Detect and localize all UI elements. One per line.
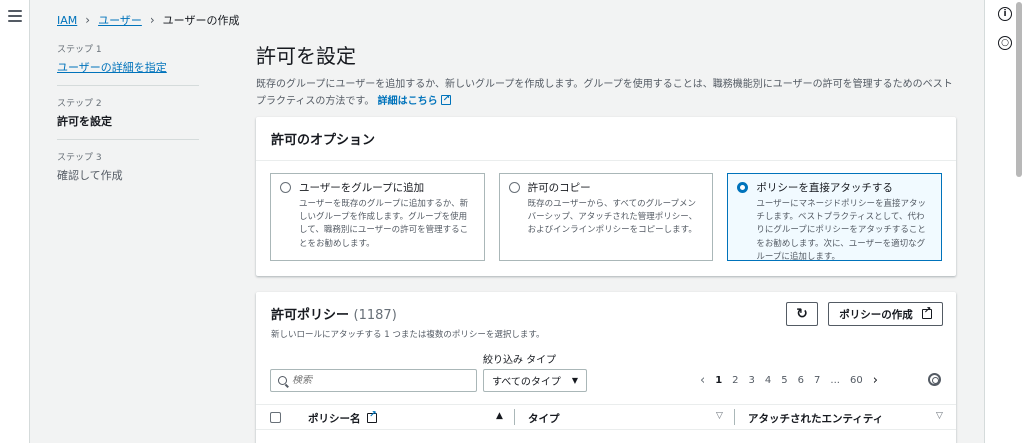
breadcrumb-iam[interactable]: IAM [57, 14, 77, 27]
menu-icon[interactable] [8, 10, 22, 22]
description-text: 既存のグループにユーザーを追加するか、新しいグループを作成します。グループを使用… [256, 79, 953, 107]
breadcrumb-current: ユーザーの作成 [162, 14, 240, 27]
chevron-right-icon: › [85, 13, 91, 27]
right-rail: i ○ [984, 0, 1024, 443]
search-field[interactable] [270, 369, 477, 392]
option-add-to-group[interactable]: ユーザーをグループに追加 ユーザーを既存のグループに追加するか、新しいグループを… [270, 173, 485, 261]
chevron-right-icon[interactable]: › [873, 373, 878, 388]
step-1: ステップ 1 ユーザーの詳細を指定 [57, 42, 199, 86]
column-divider [514, 409, 515, 425]
page-6[interactable]: 6 [798, 375, 804, 386]
external-link-icon [367, 410, 378, 423]
step-number: ステップ 3 [57, 153, 102, 163]
permission-options-card: 許可のオプション ユーザーをグループに追加 ユーザーを既存のグループに追加するか… [256, 117, 956, 276]
radio-button[interactable] [508, 182, 520, 193]
policies-title-text: 許可ポリシー [271, 308, 350, 323]
radio-button-selected[interactable] [737, 182, 749, 193]
option-title: ユーザーをグループに追加 [299, 182, 425, 194]
refresh-button[interactable]: ↻ [786, 302, 818, 326]
column-label: ポリシー名 [308, 413, 361, 425]
step-label-review: 確認して作成 [57, 169, 123, 182]
caret-down-icon: ▼ [571, 376, 578, 385]
external-link-icon [921, 306, 932, 319]
column-attached-entities[interactable]: アタッチされたエンティティ [748, 411, 883, 426]
wizard-steps: ステップ 1 ユーザーの詳細を指定 ステップ 2 許可を設定 ステップ 3 確認… [57, 42, 199, 203]
type-filter-value: すべてのタイプ [492, 377, 561, 388]
pagination: ‹ 1 2 3 4 5 6 7 ... 60 › [700, 373, 878, 388]
breadcrumb-users[interactable]: ユーザー [98, 12, 142, 28]
page-ellipsis: ... [830, 375, 840, 386]
column-divider [734, 409, 735, 425]
create-policy-button[interactable]: ポリシーの作成 [828, 302, 943, 326]
page-3[interactable]: 3 [749, 375, 755, 386]
step-number: ステップ 2 [57, 99, 102, 109]
search-input[interactable] [292, 375, 462, 386]
refresh-icon: ↻ [796, 306, 808, 322]
page-7[interactable]: 7 [814, 375, 820, 386]
learn-more-label: 詳細はこちら [377, 95, 438, 107]
sort-ascending-icon[interactable]: ▲ [496, 411, 503, 421]
page-description: 既存のグループにユーザーを追加するか、新しいグループを作成します。グループを使用… [256, 77, 956, 110]
step-3: ステップ 3 確認して作成 [57, 150, 199, 193]
select-all-checkbox[interactable] [270, 412, 281, 423]
option-copy-permissions[interactable]: 許可のコピー 既存のユーザーから、すべてのグループメンバーシップ、アタッチされた… [498, 173, 714, 261]
chevron-right-icon: › [149, 13, 155, 27]
step-number: ステップ 1 [57, 45, 102, 55]
option-description: ユーザーを既存のグループに追加するか、新しいグループを作成します。グループを使用… [299, 199, 469, 249]
step-link-details[interactable]: ユーザーの詳細を指定 [57, 59, 199, 75]
left-rail [0, 0, 30, 443]
option-title: ポリシーを直接アタッチする [756, 182, 893, 194]
main-header: 許可を設定 既存のグループにユーザーを追加するか、新しいグループを作成します。グ… [256, 40, 956, 110]
card-title: 許可のオプション [256, 117, 956, 161]
chevron-left-icon[interactable]: ‹ [700, 373, 705, 388]
page-4[interactable]: 4 [765, 375, 771, 386]
filter-type-label: 絞り込み タイプ [483, 355, 557, 366]
type-filter-select[interactable]: すべてのタイプ ▼ [483, 369, 587, 392]
page-2[interactable]: 2 [732, 375, 738, 386]
page-title: 許可を設定 [256, 44, 356, 68]
policies-card: 許可ポリシー (1187) 新しいロールにアタッチする 1 つまたは複数のポリシ… [256, 292, 956, 443]
search-icon [278, 376, 287, 385]
option-description: 既存のユーザーから、すべてのグループメンバーシップ、アタッチされた管理ポリシー、… [527, 199, 698, 236]
column-policy-name[interactable]: ポリシー名 [308, 410, 378, 426]
policies-description: 新しいロールにアタッチする 1 つまたは複数のポリシーを選択します。 [271, 330, 545, 340]
column-type[interactable]: タイプ [528, 411, 560, 426]
step-label-permissions: 許可を設定 [57, 115, 112, 128]
table-header: ポリシー名 ▲ タイプ ▽ アタッチされたエンティティ ▽ [256, 404, 956, 430]
feedback-icon[interactable]: ○ [998, 36, 1012, 50]
policies-title: 許可ポリシー (1187) [271, 304, 397, 323]
gear-icon[interactable] [928, 373, 941, 386]
sort-icon[interactable]: ▽ [936, 411, 943, 421]
option-description: ユーザーにマネージドポリシーを直接アタッチします。ベストプラクティスとして、代わ… [756, 199, 927, 262]
option-attach-policies[interactable]: ポリシーを直接アタッチする ユーザーにマネージドポリシーを直接アタッチします。ベ… [727, 173, 943, 262]
external-link-icon [440, 92, 451, 106]
page-60[interactable]: 60 [850, 375, 863, 386]
scrollbar[interactable] [1016, 2, 1022, 177]
info-icon[interactable]: i [998, 7, 1012, 21]
step-2: ステップ 2 許可を設定 [57, 96, 199, 140]
radio-button[interactable] [280, 182, 291, 193]
create-policy-label: ポリシーの作成 [839, 308, 913, 321]
policies-count: (1187) [353, 308, 397, 323]
page-5[interactable]: 5 [781, 375, 787, 386]
learn-more-link[interactable]: 詳細はこちら [377, 92, 451, 107]
breadcrumb: IAM › ユーザー › ユーザーの作成 [57, 12, 239, 28]
sort-icon[interactable]: ▽ [716, 411, 723, 421]
option-title: 許可のコピー [527, 182, 591, 194]
page-1[interactable]: 1 [715, 375, 722, 386]
